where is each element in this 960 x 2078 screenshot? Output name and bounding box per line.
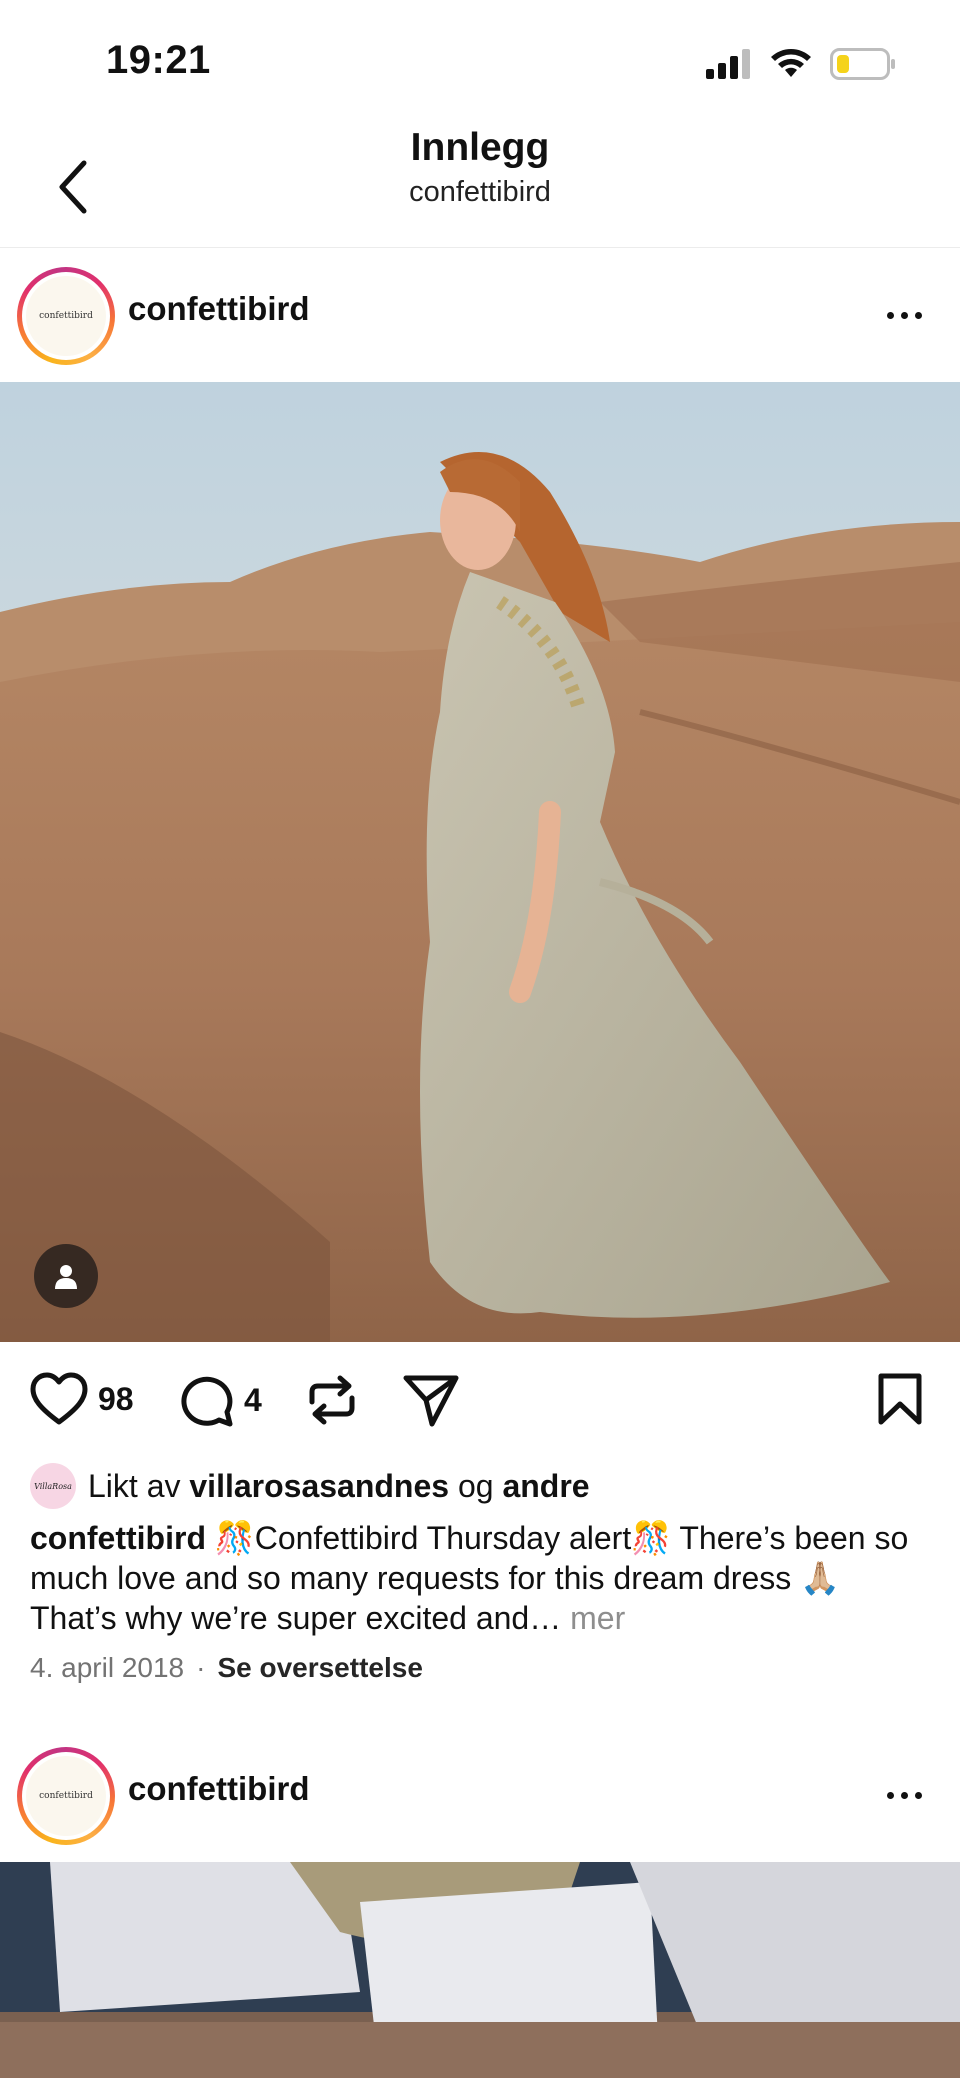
post-caption: confettibird 🎊Confettibird Thursday aler… xyxy=(30,1518,930,1638)
battery-icon xyxy=(830,48,895,80)
caption-more-link[interactable]: mer xyxy=(570,1600,625,1636)
page-title: Innlegg xyxy=(410,126,550,169)
post-photo[interactable] xyxy=(0,1862,960,2078)
signal-icon xyxy=(706,49,750,79)
dot-icon xyxy=(914,311,922,319)
liked-by-prefix: Likt av xyxy=(88,1467,181,1504)
dot-icon xyxy=(900,311,908,319)
more-options-button[interactable] xyxy=(882,300,926,330)
comment-count: 4 xyxy=(244,1381,262,1418)
wifi-icon xyxy=(771,49,811,77)
avatar[interactable]: confettibird xyxy=(17,267,115,365)
meta-separator: · xyxy=(196,1652,206,1683)
bookmark-icon xyxy=(878,1373,922,1425)
dot-icon xyxy=(914,1791,922,1799)
person-icon xyxy=(55,1265,77,1289)
status-time: 19:21 xyxy=(106,38,211,82)
send-icon xyxy=(403,1375,459,1427)
repost-icon xyxy=(309,1375,355,1425)
post-username[interactable]: confettibird xyxy=(128,1770,309,1808)
comment-icon xyxy=(181,1376,233,1427)
post-actions: 98 4 xyxy=(0,1342,960,1462)
avatar[interactable]: confettibird xyxy=(17,1747,115,1845)
save-button[interactable] xyxy=(876,1372,924,1426)
avatar-image: confettibird xyxy=(26,1756,106,1836)
post-username[interactable]: confettibird xyxy=(128,290,309,328)
caption-username[interactable]: confettibird xyxy=(30,1520,206,1556)
page-subtitle: confettibird xyxy=(409,176,551,208)
dot-icon xyxy=(900,1791,908,1799)
dot-icon xyxy=(886,311,894,319)
post-date: 4. april 2018 xyxy=(30,1652,185,1683)
post-header: confettibird confettibird xyxy=(0,250,960,380)
more-options-button[interactable] xyxy=(882,1780,926,1810)
translate-link[interactable]: Se oversettelse xyxy=(217,1652,422,1684)
dot-icon xyxy=(886,1791,894,1799)
user-tag-button[interactable] xyxy=(34,1244,98,1308)
repost-button[interactable] xyxy=(306,1372,358,1428)
liked-by-user[interactable]: villarosasandnes xyxy=(189,1468,449,1505)
pillows-photo xyxy=(0,1862,960,2078)
post-meta: 4. april 2018 · Se oversettelse xyxy=(30,1652,423,1684)
liked-by-joiner: og xyxy=(457,1467,494,1504)
heart-icon xyxy=(30,1372,88,1425)
like-count: 98 xyxy=(98,1380,134,1417)
status-icons xyxy=(706,44,896,84)
like-button[interactable]: 98 xyxy=(30,1372,134,1426)
avatar-image: confettibird xyxy=(26,276,106,356)
comment-button[interactable]: 4 xyxy=(178,1372,262,1428)
nav-header: Innlegg confettibird xyxy=(0,120,960,248)
post-photo[interactable] xyxy=(0,382,960,1342)
liker-avatar: VillaRosa xyxy=(30,1463,76,1509)
liked-by-others[interactable]: andre xyxy=(502,1468,589,1505)
desert-photo xyxy=(0,382,960,1342)
liked-by[interactable]: VillaRosa Likt av villarosasandnes og an… xyxy=(30,1463,590,1509)
share-button[interactable] xyxy=(402,1372,460,1428)
post-header: confettibird confettibird xyxy=(0,1730,960,1860)
status-bar: 19:21 xyxy=(0,0,960,120)
